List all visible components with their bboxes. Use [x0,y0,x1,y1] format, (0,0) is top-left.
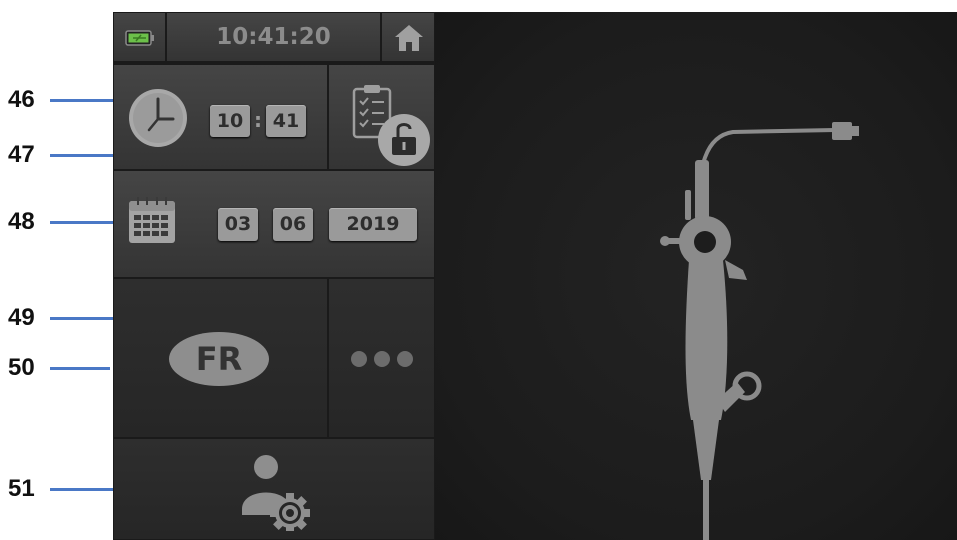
callout-label: 47 [8,141,35,168]
device-screen: 10:41:20 10 : 41 03 06 2019 FR [113,12,957,540]
language-code: FR [195,340,243,378]
callout-label: 46 [8,86,35,113]
callout-label: 50 [8,354,35,381]
unlocked-padlock-icon [378,114,430,166]
calendar-icon [129,197,175,243]
endoscope-icon [660,122,859,540]
language-button[interactable]: FR [113,278,328,438]
clock-icon [129,89,187,147]
endoscope-view [435,12,957,540]
callout-line [50,367,110,370]
time-setting-panel[interactable]: 10 : 41 [113,64,328,170]
battery-icon [125,30,154,46]
battery-indicator [113,12,166,62]
settings-lock-button[interactable] [328,64,435,170]
day-field[interactable]: 03 [218,208,258,241]
home-button[interactable] [381,12,435,62]
user-settings-button[interactable] [113,438,435,540]
month-value: 06 [279,213,307,235]
language-badge: FR [169,332,269,386]
hour-field[interactable]: 10 [210,105,250,137]
more-dots-icon [351,351,413,367]
year-value: 2019 [346,213,400,235]
day-value: 03 [224,213,252,235]
callout-label: 49 [8,304,35,331]
more-options-button[interactable] [328,278,435,438]
user-settings-icon [242,455,310,531]
callout-50: 50 [0,353,115,383]
status-time: 10:41:20 [216,24,331,50]
month-field[interactable]: 06 [273,208,313,241]
year-field[interactable]: 2019 [329,208,417,241]
time-separator: : [254,108,262,132]
date-setting-panel[interactable]: 03 06 2019 [113,170,435,278]
minute-value: 41 [272,110,300,132]
callout-label: 51 [8,475,35,502]
callout-label: 48 [8,208,35,235]
hour-value: 10 [216,110,244,132]
home-icon [395,25,423,51]
clock-display: 10:41:20 [166,12,381,62]
minute-field[interactable]: 41 [266,105,306,137]
